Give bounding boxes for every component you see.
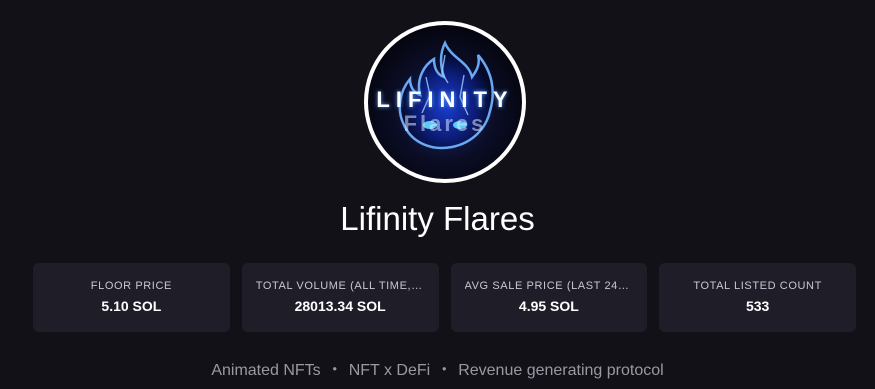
stat-value: 5.10 SOL (101, 298, 162, 314)
tag-item: Revenue generating protocol (458, 362, 664, 379)
logo-wordmark-top: LIFINITY (376, 87, 514, 112)
stat-card-total-listed: TOTAL LISTED COUNT 533 (659, 263, 856, 332)
stat-value: 28013.34 SOL (294, 298, 386, 314)
collection-tags: Animated NFTs ・ NFT x DeFi ・ Revenue generat… (0, 356, 875, 380)
stat-card-avg-sale-price: AVG SALE PRICE (LAST 24HRS) 4.95 SOL (450, 263, 648, 332)
collection-title: Lifinity Flares (340, 200, 535, 237)
collection-avatar: LIFINITY Flares (364, 21, 526, 183)
stat-value: 4.95 SOL (518, 298, 579, 314)
stat-value: 533 (745, 298, 770, 314)
stats-row: FLOOR PRICE 5.10 SOL TOTAL VOLUME (ALL T… (33, 263, 856, 332)
stat-card-floor-price: FLOOR PRICE 5.10 SOL (33, 263, 230, 332)
stat-label: AVG SALE PRICE (LAST 24HRS) (464, 280, 634, 292)
stat-label: TOTAL VOLUME (ALL TIME, SOL) (255, 280, 425, 292)
logo-wordmark-bottom: Flares (403, 111, 487, 136)
tag-item: NFT x DeFi (348, 362, 431, 379)
stat-label: FLOOR PRICE (90, 280, 172, 292)
tag-separator: ・ (436, 362, 453, 379)
stat-card-total-volume: TOTAL VOLUME (ALL TIME, SOL) 28013.34 SO… (241, 263, 439, 332)
tag-separator: ・ (326, 362, 343, 379)
tag-item: Animated NFTs (211, 362, 321, 379)
collection-header: LIFINITY Flares Lifinity Flares FLOOR PR… (0, 0, 875, 389)
stat-label: TOTAL LISTED COUNT (693, 280, 822, 292)
